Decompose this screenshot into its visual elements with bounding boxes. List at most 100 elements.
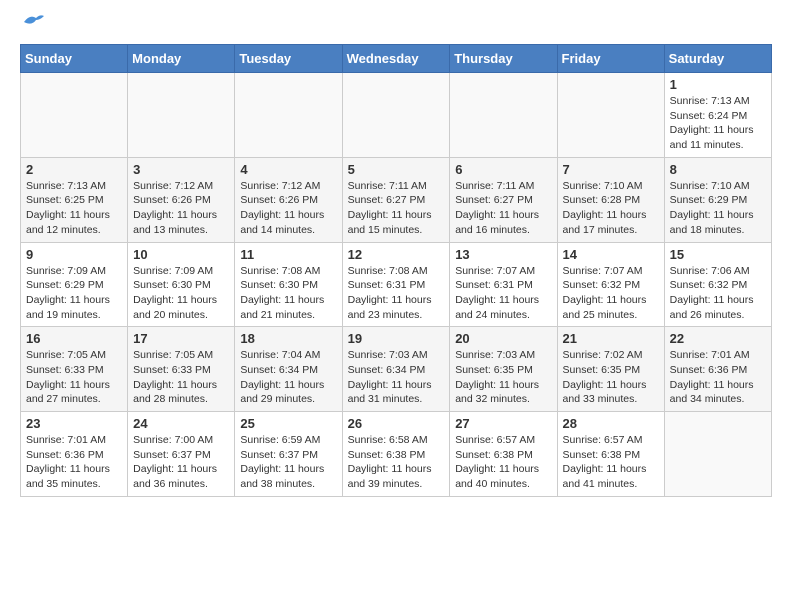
calendar-cell: 19 Sunrise: 7:03 AMSunset: 6:34 PMDayligh…: [342, 327, 450, 412]
calendar-header-row: SundayMondayTuesdayWednesdayThursdayFrid…: [21, 45, 772, 73]
day-number: 9: [26, 247, 122, 262]
calendar-cell: 12 Sunrise: 7:08 AMSunset: 6:31 PMDayligh…: [342, 242, 450, 327]
day-info: Sunrise: 7:00 AMSunset: 6:37 PMDaylight:…: [133, 433, 229, 492]
calendar-cell: [235, 73, 342, 158]
calendar-week-3: 9 Sunrise: 7:09 AMSunset: 6:29 PMDaylight…: [21, 242, 772, 327]
calendar-cell: 8 Sunrise: 7:10 AMSunset: 6:29 PMDaylight…: [664, 157, 771, 242]
calendar-cell: 4 Sunrise: 7:12 AMSunset: 6:26 PMDaylight…: [235, 157, 342, 242]
calendar-cell: 24 Sunrise: 7:00 AMSunset: 6:37 PMDayligh…: [128, 412, 235, 497]
day-number: 11: [240, 247, 336, 262]
calendar-cell: 1 Sunrise: 7:13 AMSunset: 6:24 PMDaylight…: [664, 73, 771, 158]
day-info: Sunrise: 7:08 AMSunset: 6:30 PMDaylight:…: [240, 264, 336, 323]
calendar-cell: [450, 73, 557, 158]
page-header: [20, 20, 772, 28]
calendar-cell: 6Sunrise: 7:11 AMSunset: 6:27 PMDaylight…: [450, 157, 557, 242]
calendar-cell: 14Sunrise: 7:07 AMSunset: 6:32 PMDayligh…: [557, 242, 664, 327]
day-number: 8: [670, 162, 766, 177]
calendar-table: SundayMondayTuesdayWednesdayThursdayFrid…: [20, 44, 772, 497]
day-number: 3: [133, 162, 229, 177]
day-number: 2: [26, 162, 122, 177]
calendar-cell: 15 Sunrise: 7:06 AMSunset: 6:32 PMDayligh…: [664, 242, 771, 327]
calendar-cell: 17 Sunrise: 7:05 AMSunset: 6:33 PMDayligh…: [128, 327, 235, 412]
day-info: Sunrise: 6:57 AMSunset: 6:38 PMDaylight:…: [455, 433, 551, 492]
calendar-week-1: 1 Sunrise: 7:13 AMSunset: 6:24 PMDaylight…: [21, 73, 772, 158]
calendar-cell: 7 Sunrise: 7:10 AMSunset: 6:28 PMDaylight…: [557, 157, 664, 242]
calendar-cell: [557, 73, 664, 158]
weekday-header-sunday: Sunday: [21, 45, 128, 73]
day-info: Sunrise: 7:11 AMSunset: 6:27 PMDaylight:…: [455, 179, 551, 238]
weekday-header-saturday: Saturday: [664, 45, 771, 73]
day-number: 23: [26, 416, 122, 431]
calendar-cell: [664, 412, 771, 497]
day-number: 24: [133, 416, 229, 431]
calendar-cell: 27 Sunrise: 6:57 AMSunset: 6:38 PMDayligh…: [450, 412, 557, 497]
day-info: Sunrise: 7:01 AMSunset: 6:36 PMDaylight:…: [670, 348, 766, 407]
day-info: Sunrise: 7:09 AMSunset: 6:30 PMDaylight:…: [133, 264, 229, 323]
calendar-cell: 28 Sunrise: 6:57 AMSunset: 6:38 PMDayligh…: [557, 412, 664, 497]
logo-bird-icon: [22, 12, 44, 28]
weekday-header-thursday: Thursday: [450, 45, 557, 73]
day-info: Sunrise: 7:02 AMSunset: 6:35 PMDaylight:…: [563, 348, 659, 407]
day-number: 17: [133, 331, 229, 346]
calendar-cell: [342, 73, 450, 158]
day-number: 20: [455, 331, 551, 346]
day-info: Sunrise: 7:03 AMSunset: 6:35 PMDaylight:…: [455, 348, 551, 407]
calendar-cell: 5Sunrise: 7:11 AMSunset: 6:27 PMDaylight…: [342, 157, 450, 242]
day-info: Sunrise: 6:59 AMSunset: 6:37 PMDaylight:…: [240, 433, 336, 492]
weekday-header-wednesday: Wednesday: [342, 45, 450, 73]
day-info: Sunrise: 6:58 AMSunset: 6:38 PMDaylight:…: [348, 433, 445, 492]
day-info: Sunrise: 7:05 AMSunset: 6:33 PMDaylight:…: [26, 348, 122, 407]
day-number: 1: [670, 77, 766, 92]
day-number: 22: [670, 331, 766, 346]
day-info: Sunrise: 7:10 AMSunset: 6:28 PMDaylight:…: [563, 179, 659, 238]
day-info: Sunrise: 7:08 AMSunset: 6:31 PMDaylight:…: [348, 264, 445, 323]
calendar-cell: 21 Sunrise: 7:02 AMSunset: 6:35 PMDayligh…: [557, 327, 664, 412]
day-number: 14: [563, 247, 659, 262]
calendar-cell: 10 Sunrise: 7:09 AMSunset: 6:30 PMDayligh…: [128, 242, 235, 327]
day-info: Sunrise: 7:01 AMSunset: 6:36 PMDaylight:…: [26, 433, 122, 492]
day-info: Sunrise: 7:06 AMSunset: 6:32 PMDaylight:…: [670, 264, 766, 323]
weekday-header-tuesday: Tuesday: [235, 45, 342, 73]
calendar-week-4: 16 Sunrise: 7:05 AMSunset: 6:33 PMDayligh…: [21, 327, 772, 412]
day-info: Sunrise: 7:03 AMSunset: 6:34 PMDaylight:…: [348, 348, 445, 407]
day-info: Sunrise: 7:05 AMSunset: 6:33 PMDaylight:…: [133, 348, 229, 407]
day-info: Sunrise: 7:13 AMSunset: 6:24 PMDaylight:…: [670, 94, 766, 153]
day-number: 7: [563, 162, 659, 177]
day-number: 26: [348, 416, 445, 431]
weekday-header-monday: Monday: [128, 45, 235, 73]
calendar-cell: 2 Sunrise: 7:13 AMSunset: 6:25 PMDaylight…: [21, 157, 128, 242]
day-info: Sunrise: 7:07 AMSunset: 6:31 PMDaylight:…: [455, 264, 551, 323]
day-info: Sunrise: 7:04 AMSunset: 6:34 PMDaylight:…: [240, 348, 336, 407]
calendar-cell: [21, 73, 128, 158]
calendar-week-5: 23 Sunrise: 7:01 AMSunset: 6:36 PMDayligh…: [21, 412, 772, 497]
day-number: 15: [670, 247, 766, 262]
day-number: 10: [133, 247, 229, 262]
day-number: 19: [348, 331, 445, 346]
day-info: Sunrise: 6:57 AMSunset: 6:38 PMDaylight:…: [563, 433, 659, 492]
calendar-cell: 9 Sunrise: 7:09 AMSunset: 6:29 PMDaylight…: [21, 242, 128, 327]
day-number: 13: [455, 247, 551, 262]
day-info: Sunrise: 7:13 AMSunset: 6:25 PMDaylight:…: [26, 179, 122, 238]
day-info: Sunrise: 7:11 AMSunset: 6:27 PMDaylight:…: [348, 179, 445, 238]
day-number: 4: [240, 162, 336, 177]
day-number: 21: [563, 331, 659, 346]
day-number: 28: [563, 416, 659, 431]
day-info: Sunrise: 7:10 AMSunset: 6:29 PMDaylight:…: [670, 179, 766, 238]
calendar-cell: 16 Sunrise: 7:05 AMSunset: 6:33 PMDayligh…: [21, 327, 128, 412]
day-info: Sunrise: 7:12 AMSunset: 6:26 PMDaylight:…: [240, 179, 336, 238]
calendar-cell: 26 Sunrise: 6:58 AMSunset: 6:38 PMDayligh…: [342, 412, 450, 497]
day-number: 16: [26, 331, 122, 346]
calendar-cell: 25 Sunrise: 6:59 AMSunset: 6:37 PMDayligh…: [235, 412, 342, 497]
calendar-cell: 22 Sunrise: 7:01 AMSunset: 6:36 PMDayligh…: [664, 327, 771, 412]
calendar-cell: 13 Sunrise: 7:07 AMSunset: 6:31 PMDayligh…: [450, 242, 557, 327]
day-number: 12: [348, 247, 445, 262]
day-info: Sunrise: 7:12 AMSunset: 6:26 PMDaylight:…: [133, 179, 229, 238]
logo: [20, 20, 44, 28]
day-info: Sunrise: 7:09 AMSunset: 6:29 PMDaylight:…: [26, 264, 122, 323]
day-number: 25: [240, 416, 336, 431]
calendar-cell: 11 Sunrise: 7:08 AMSunset: 6:30 PMDayligh…: [235, 242, 342, 327]
day-number: 27: [455, 416, 551, 431]
day-number: 18: [240, 331, 336, 346]
calendar-cell: 3 Sunrise: 7:12 AMSunset: 6:26 PMDaylight…: [128, 157, 235, 242]
calendar-cell: 18 Sunrise: 7:04 AMSunset: 6:34 PMDayligh…: [235, 327, 342, 412]
